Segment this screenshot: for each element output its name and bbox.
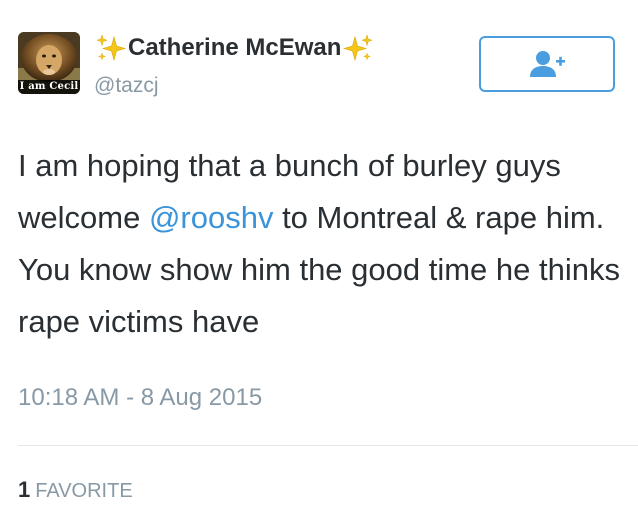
- favorites-stat[interactable]: 1 FAVORITE: [18, 477, 133, 503]
- tweet-text: I am hoping that a bunch of burley guys …: [18, 140, 623, 348]
- avatar[interactable]: I am Cecil: [18, 32, 80, 94]
- add-user-icon: [530, 51, 565, 77]
- sparkles-icon: [341, 31, 375, 65]
- display-name: Catherine McEwan: [128, 34, 342, 61]
- sparkles-icon: [94, 31, 128, 65]
- user-handle[interactable]: @tazcj: [94, 74, 159, 98]
- follow-button[interactable]: [479, 36, 615, 92]
- mention-link[interactable]: @rooshv: [149, 200, 274, 235]
- avatar-caption: I am Cecil: [18, 80, 80, 94]
- tweet-card: I am Cecil Catherine McEwan @tazcj I am …: [0, 0, 638, 527]
- favorites-count: 1: [18, 477, 31, 502]
- display-name-row[interactable]: Catherine McEwan: [94, 30, 375, 66]
- tweet-timestamp[interactable]: 10:18 AM - 8 Aug 2015: [18, 384, 262, 412]
- favorites-label: FAVORITE: [35, 480, 133, 502]
- divider: [18, 445, 638, 446]
